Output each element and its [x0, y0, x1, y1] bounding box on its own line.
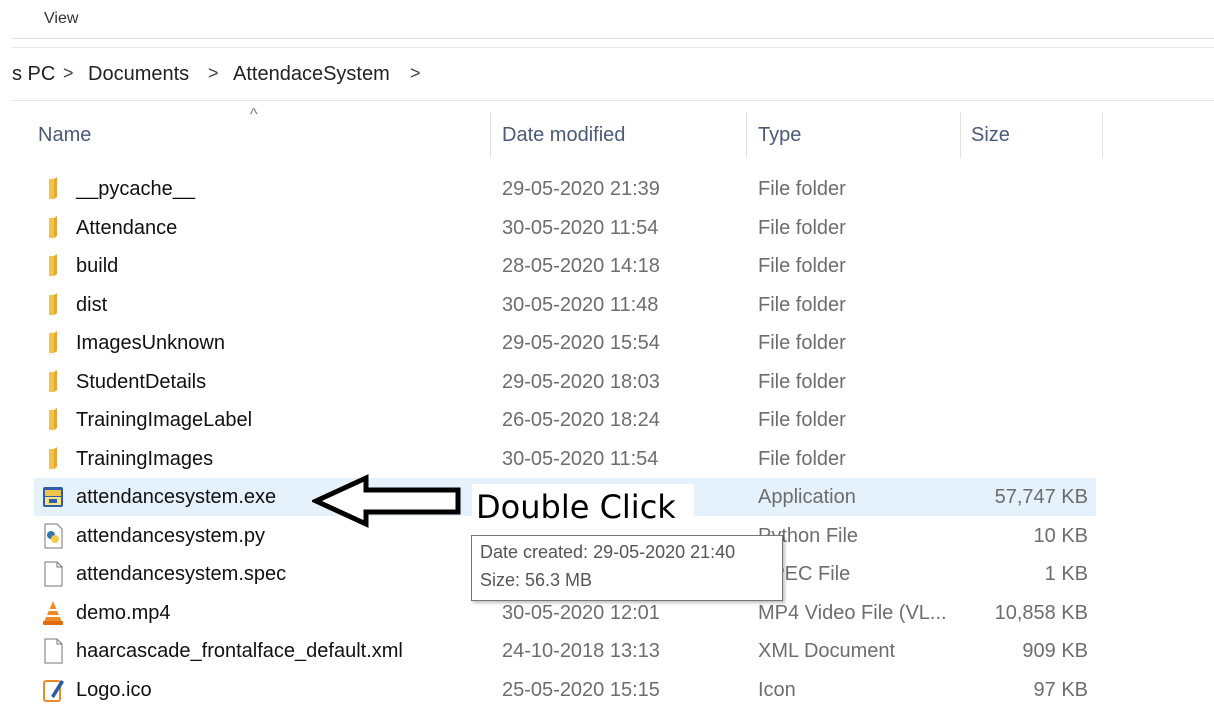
file-name: StudentDetails — [76, 370, 207, 393]
file-name: demo.mp4 — [76, 601, 171, 624]
file-type: File folder — [758, 293, 846, 316]
file-date-modified: 30-05-2020 11:48 — [502, 293, 659, 316]
file-type: File folder — [758, 332, 846, 354]
file-date-modified: 30-05-2020 11:54 — [502, 216, 659, 239]
file-date-modified: 30-05-2020 12:01 — [502, 601, 660, 624]
ribbon-divider-lower — [12, 47, 1214, 48]
breadcrumb[interactable]: s PC > Documents > AttendaceSystem > — [0, 55, 1214, 95]
column-resize-handle[interactable] — [746, 112, 747, 158]
folder-icon — [42, 330, 64, 356]
breadcrumb-documents[interactable]: Documents — [88, 63, 189, 86]
file-name: haarcascade_frontalface_default.xml — [76, 640, 403, 662]
tooltip-size: Size: 56.3 MB — [480, 570, 593, 590]
file-name: attendancesystem.spec — [76, 563, 287, 585]
column-resize-handle[interactable] — [960, 112, 961, 158]
file-type: XML Document — [758, 640, 896, 662]
folder-icon — [42, 369, 64, 395]
file-row[interactable]: StudentDetails 29-05-2020 18:03 File folde… — [34, 363, 1096, 401]
column-size[interactable]: Size — [971, 124, 1010, 147]
image-edit-icon — [42, 677, 64, 703]
file-name: dist — [76, 293, 108, 316]
chevron-right-icon[interactable]: > — [410, 63, 421, 84]
sort-ascending-icon: ^ — [250, 106, 258, 123]
file-row[interactable]: TrainingImageLabel 26-05-2020 18:24 File f… — [34, 401, 1096, 439]
file-size: 57,747 KB — [994, 486, 1088, 508]
folder-icon — [42, 176, 64, 202]
annotation-double-click: Double Click — [472, 484, 694, 530]
column-type[interactable]: Type — [758, 124, 801, 147]
file-date-modified: 28-05-2020 14:18 — [502, 255, 660, 277]
folder-icon — [42, 292, 64, 318]
file-name: ImagesUnknown — [76, 332, 225, 354]
file-name: attendancesystem.exe — [76, 486, 277, 508]
folder-icon — [42, 253, 64, 279]
file-date-modified: 29-05-2020 15:54 — [502, 332, 660, 354]
file-name: Attendance — [76, 216, 178, 239]
arrow-left-icon — [312, 474, 461, 528]
file-type: MP4 Video File (VL... — [758, 601, 947, 624]
file-type: File folder — [758, 409, 846, 431]
breadcrumb-this-pc[interactable]: s PC — [12, 63, 55, 86]
ribbon: View — [0, 0, 1214, 48]
file-size: 909 KB — [1022, 640, 1088, 662]
folder-icon — [42, 407, 64, 433]
document-icon — [42, 638, 64, 664]
file-size: 10,858 KB — [994, 601, 1088, 624]
file-date-modified: 24-10-2018 13:13 — [502, 640, 660, 662]
file-date-modified: 30-05-2020 11:54 — [502, 447, 659, 470]
file-row[interactable]: dist 30-05-2020 11:48 File folder — [34, 286, 1096, 324]
ribbon-tab-view[interactable]: View — [44, 10, 78, 28]
file-name: TrainingImageLabel — [76, 409, 253, 431]
file-type: Application — [758, 486, 856, 508]
file-size: 97 KB — [1033, 678, 1088, 701]
address-divider — [12, 100, 1214, 101]
file-type: File folder — [758, 447, 846, 470]
file-type: File folder — [758, 255, 846, 277]
application-icon — [42, 484, 64, 510]
file-row[interactable]: Attendance 30-05-2020 11:54 File folder — [34, 209, 1096, 247]
chevron-right-icon[interactable]: > — [63, 63, 74, 84]
file-tooltip: Date created: 29-05-2020 21:40 Size: 56.… — [471, 535, 783, 601]
file-date-modified: 29-05-2020 18:03 — [502, 370, 660, 393]
column-date-modified[interactable]: Date modified — [502, 124, 625, 147]
column-header: ^ Name Date modified Type Size — [0, 106, 1214, 160]
python-file-icon — [42, 523, 64, 549]
file-name: build — [76, 255, 119, 277]
breadcrumb-attendace-system[interactable]: AttendaceSystem — [233, 63, 390, 86]
file-row[interactable]: __pycache__ 29-05-2020 21:39 File folder — [34, 170, 1096, 208]
column-resize-handle[interactable] — [1102, 112, 1103, 158]
file-name: Logo.ico — [76, 678, 152, 701]
file-date-modified: 26-05-2020 18:24 — [502, 409, 660, 431]
chevron-right-icon[interactable]: > — [208, 63, 219, 84]
file-name: TrainingImages — [76, 447, 214, 470]
file-row[interactable]: Logo.ico 25-05-2020 15:15 Icon 97 KB — [34, 671, 1096, 709]
file-type: File folder — [758, 178, 846, 200]
file-row[interactable]: build 28-05-2020 14:18 File folder — [34, 247, 1096, 285]
file-type: Icon — [758, 678, 796, 701]
tooltip-date-created: Date created: 29-05-2020 21:40 — [480, 542, 736, 562]
folder-icon — [42, 215, 64, 241]
file-row[interactable]: ImagesUnknown 29-05-2020 15:54 File folder — [34, 324, 1096, 362]
file-name: attendancesystem.py — [76, 524, 265, 547]
file-type: File folder — [758, 370, 846, 393]
column-resize-handle[interactable] — [490, 112, 491, 158]
file-type: File folder — [758, 216, 846, 239]
file-date-modified: 25-05-2020 15:15 — [502, 678, 660, 701]
document-icon — [42, 561, 64, 587]
file-row[interactable]: haarcascade_frontalface_default.xml 24-10… — [34, 632, 1096, 670]
file-date-modified: 29-05-2020 21:39 — [502, 178, 660, 200]
ribbon-divider — [12, 38, 1214, 39]
vlc-icon — [42, 600, 64, 626]
file-name: __pycache__ — [76, 178, 195, 200]
file-row[interactable]: TrainingImages 30-05-2020 11:54 File folde… — [34, 440, 1096, 478]
file-size: 10 KB — [1033, 524, 1088, 547]
folder-icon — [42, 446, 64, 472]
column-name[interactable]: Name — [38, 124, 91, 147]
file-size: 1 KB — [1044, 563, 1088, 585]
